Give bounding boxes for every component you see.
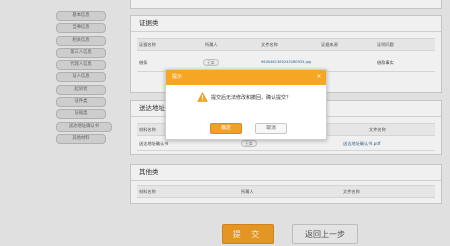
- close-icon[interactable]: ×: [316, 74, 322, 80]
- dialog-title: 提示: [172, 74, 183, 80]
- confirm-ok-button[interactable]: 确定: [210, 123, 242, 134]
- dialog-body: 提交后无法修改和撤回，确认提交？: [166, 92, 326, 106]
- warning-icon: [197, 92, 208, 102]
- confirm-cancel-button[interactable]: 取消: [255, 123, 287, 134]
- dialog-message: 提交后无法修改和撤回，确认提交？: [211, 95, 292, 101]
- dialog-header: 提示 ×: [166, 70, 326, 85]
- confirm-dialog: 提示 × 提交后无法修改和撤回，确认提交？ 确定 取消: [165, 69, 327, 140]
